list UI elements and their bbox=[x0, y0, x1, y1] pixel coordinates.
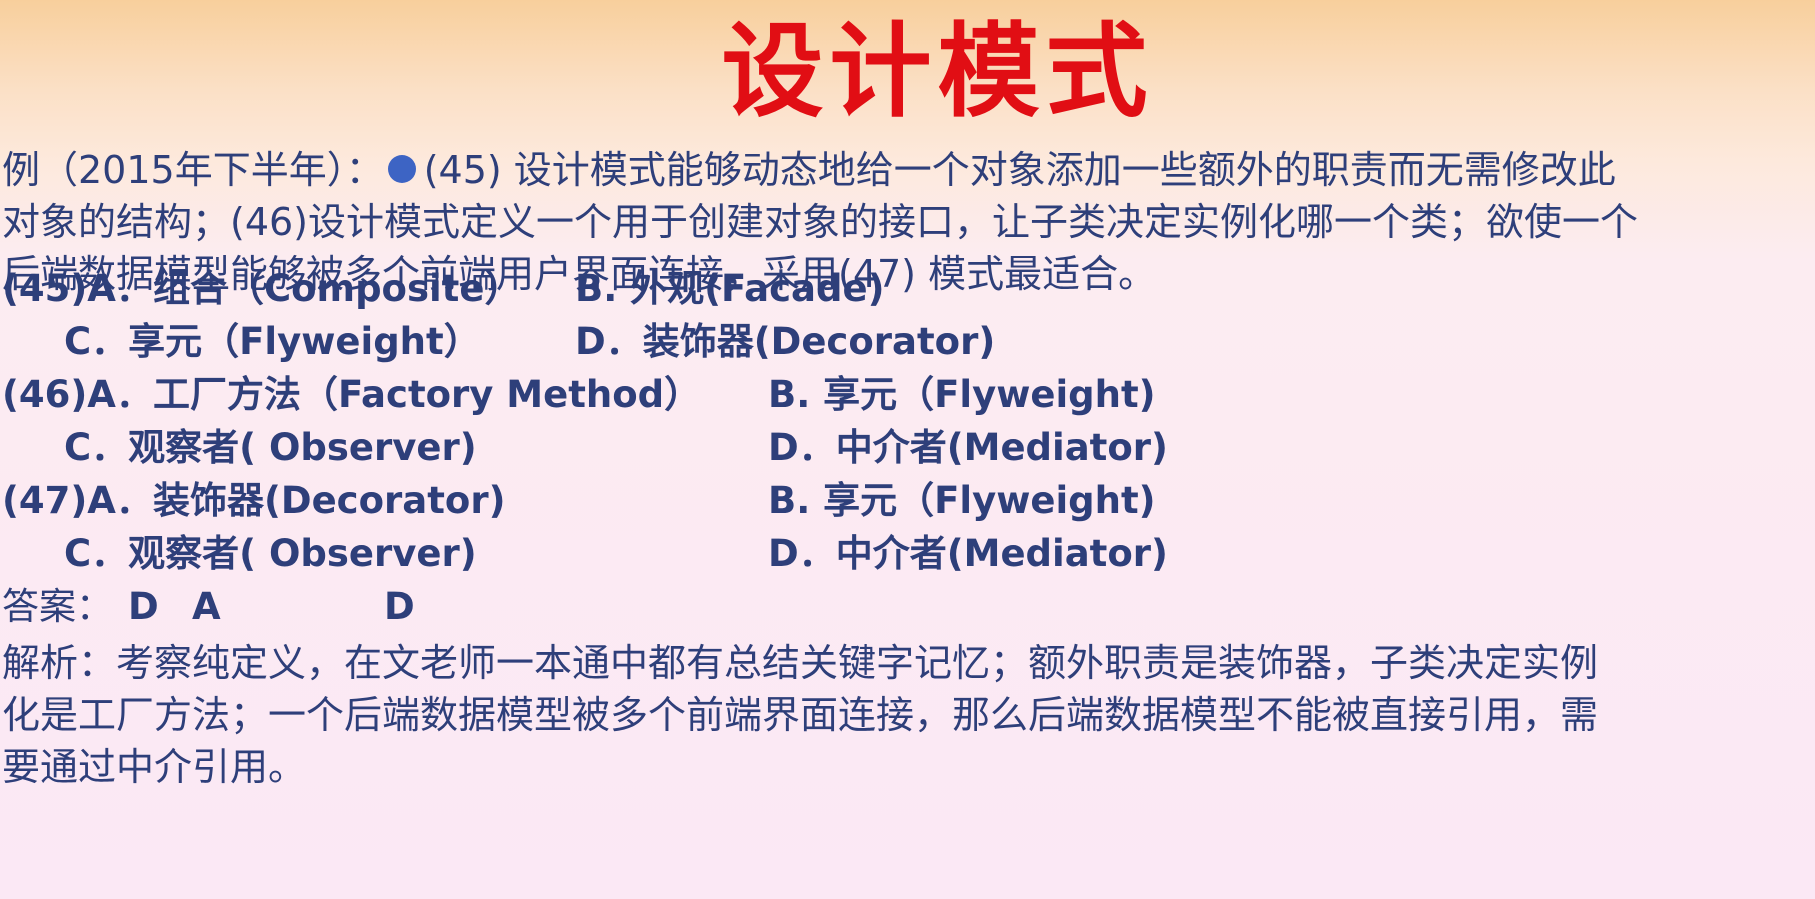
option-47-c: C．观察者( Observer) bbox=[64, 532, 477, 575]
answer-45: D bbox=[128, 585, 159, 628]
option-46-c: C．观察者( Observer) bbox=[64, 426, 477, 469]
slide: 设计模式 例（2015年下半年）： (45) 设计模式能够动态地给一个对象添加一些… bbox=[0, 0, 1815, 899]
answer-label: 答案： bbox=[2, 585, 113, 628]
option-47-b: B. 享元（Flyweight) bbox=[768, 479, 1156, 522]
option-45-b: B. 外观(Facade) bbox=[575, 267, 885, 310]
bullet-dot-icon bbox=[387, 155, 416, 183]
option-46-d: D．中介者(Mediator) bbox=[768, 426, 1168, 469]
answer-line: 答案： D A D bbox=[2, 582, 415, 632]
slide-title: 设计模式 bbox=[721, 12, 1154, 132]
question-source: 例（2015年下半年）： bbox=[2, 148, 384, 192]
option-45-a: (45)A．组合（Composite） bbox=[2, 267, 522, 310]
analysis-line-2: 化是工厂方法；一个后端数据模型被多个前端界面连接，那么后端数据模型不能被直接引用… bbox=[2, 693, 1599, 737]
analysis-line-3: 要通过中介引用。 bbox=[2, 745, 307, 789]
option-46-a: (46)A．工厂方法（Factory Method） bbox=[2, 373, 702, 416]
option-45-c: C．享元（Flyweight） bbox=[64, 320, 481, 363]
answer-47: D bbox=[384, 585, 415, 628]
option-46-b: B. 享元（Flyweight) bbox=[768, 373, 1156, 416]
analysis-line-1: 解析：考察纯定义，在文老师一本通中都有总结关键字记忆；额外职责是装饰器，子类决定… bbox=[2, 641, 1599, 685]
answer-46: A bbox=[192, 585, 221, 628]
question-line-2: 对象的结构；(46)设计模式定义一个用于创建对象的接口，让子类决定实例化哪一个类… bbox=[2, 200, 1639, 244]
question-text-1: (45) 设计模式能够动态地给一个对象添加一些额外的职责而无需修改此 bbox=[423, 148, 1616, 192]
option-47-a: (47)A．装饰器(Decorator) bbox=[2, 479, 506, 522]
option-47-d: D．中介者(Mediator) bbox=[768, 532, 1168, 575]
option-45-d: D．装饰器(Decorator) bbox=[575, 320, 996, 363]
question-line-1: 例（2015年下半年）： (45) 设计模式能够动态地给一个对象添加一些额外的职责… bbox=[2, 143, 1616, 198]
